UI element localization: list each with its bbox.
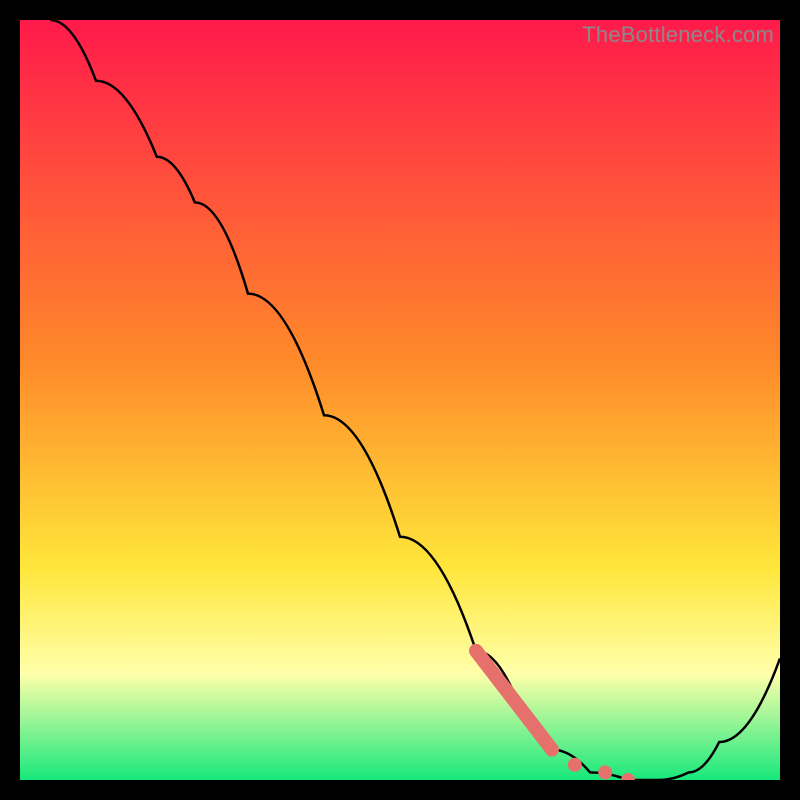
gradient-background [20, 20, 780, 780]
watermark-text: TheBottleneck.com [582, 22, 774, 48]
chart-svg [20, 20, 780, 780]
chart-frame: TheBottleneck.com [20, 20, 780, 780]
highlight-dot [598, 765, 612, 779]
highlight-dot [568, 758, 582, 772]
